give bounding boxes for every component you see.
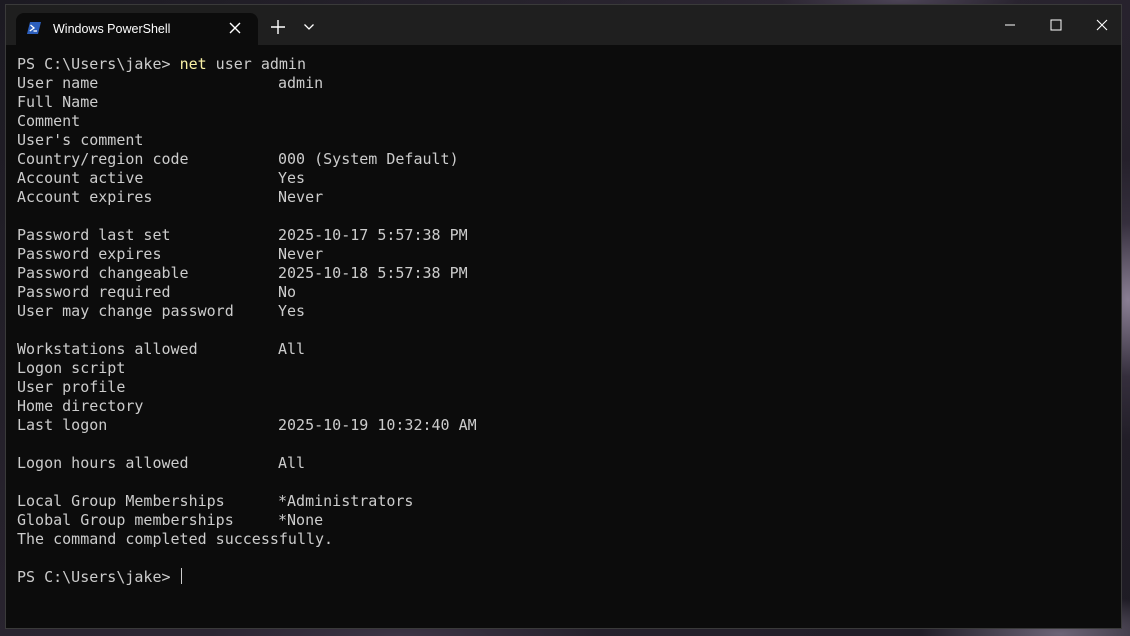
output-row: Global Group memberships *None — [17, 511, 1121, 530]
text-cursor — [180, 568, 182, 584]
field-label: Password expires — [17, 245, 162, 263]
field-value: 2025-10-18 5:57:38 PM — [278, 264, 468, 282]
terminal-window: Windows PowerShell PS C:\Users\jake> net… — [5, 4, 1122, 629]
field-value: Never — [278, 188, 324, 206]
field-label: Local Group Memberships — [17, 492, 225, 510]
chevron-down-icon[interactable] — [303, 23, 315, 31]
terminal-output[interactable]: PS C:\Users\jake> net user admin User na… — [17, 55, 1121, 628]
minimize-icon[interactable] — [1002, 17, 1018, 33]
field-label: User may change password — [17, 302, 234, 320]
tab-title: Windows PowerShell — [53, 22, 171, 36]
output-row: User's comment — [17, 131, 1121, 150]
field-value: No — [278, 283, 297, 301]
maximize-icon[interactable] — [1048, 17, 1064, 33]
tab-windows-powershell[interactable]: Windows PowerShell — [16, 13, 258, 45]
field-label: User name — [17, 74, 99, 92]
field-label: Logon hours allowed — [17, 454, 189, 472]
output-row: Country/region code 000 (System Default) — [17, 150, 1121, 169]
powershell-icon — [27, 22, 41, 34]
output-row: Local Group Memberships *Administrators — [17, 492, 1121, 511]
field-value: Yes — [278, 169, 306, 187]
completion-message: The command completed successfully. — [17, 530, 1121, 549]
output-row: Account expires Never — [17, 188, 1121, 207]
input-line[interactable]: PS C:\Users\jake> — [17, 568, 1121, 587]
field-label: Comment — [17, 112, 81, 130]
output-row: User profile — [17, 378, 1121, 397]
output-row: Workstations allowed All — [17, 340, 1121, 359]
field-label: User's comment — [17, 131, 144, 149]
field-label: Password changeable — [17, 264, 189, 282]
field-label: Workstations allowed — [17, 340, 198, 358]
command-args: user admin — [206, 55, 306, 73]
field-value: 2025-10-17 5:57:38 PM — [278, 226, 468, 244]
field-label: Account expires — [17, 188, 153, 206]
output-row: Comment — [17, 112, 1121, 131]
field-label: Account active — [17, 169, 144, 187]
field-label: Password last set — [17, 226, 171, 244]
field-value: *None — [278, 511, 324, 529]
output-row: User name admin — [17, 74, 1121, 93]
completion-text: The command completed successfully. — [17, 530, 334, 548]
output-row: Full Name — [17, 93, 1121, 112]
field-label: Full Name — [17, 93, 99, 111]
field-label: Country/region code — [17, 150, 189, 168]
command-line: PS C:\Users\jake> net user admin — [17, 55, 1121, 74]
field-label: Last logon — [17, 416, 108, 434]
output-row: Password required No — [17, 283, 1121, 302]
field-value: All — [278, 454, 306, 472]
field-value: *Administrators — [278, 492, 414, 510]
field-value: 2025-10-19 10:32:40 AM — [278, 416, 477, 434]
output-row: Logon hours allowed All — [17, 454, 1121, 473]
field-value: All — [278, 340, 306, 358]
tab-close-icon[interactable] — [228, 21, 242, 35]
output-row: User may change password Yes — [17, 302, 1121, 321]
output-row: Account active Yes — [17, 169, 1121, 188]
field-label: Home directory — [17, 397, 144, 415]
output-row: Last logon 2025-10-19 10:32:40 AM — [17, 416, 1121, 435]
output-row: Logon script — [17, 359, 1121, 378]
output-row: Password last set 2025-10-17 5:57:38 PM — [17, 226, 1121, 245]
output-row: Password expires Never — [17, 245, 1121, 264]
new-tab-icon[interactable] — [270, 19, 286, 35]
field-label: Logon script — [17, 359, 126, 377]
command-name: net — [179, 55, 207, 73]
field-label: Password required — [17, 283, 171, 301]
field-value: admin — [278, 74, 324, 92]
field-value: 000 (System Default) — [278, 150, 459, 168]
output-row: Password changeable 2025-10-18 5:57:38 PM — [17, 264, 1121, 283]
output-row: Home directory — [17, 397, 1121, 416]
close-icon[interactable] — [1094, 17, 1110, 33]
field-value: Yes — [278, 302, 306, 320]
field-value: Never — [278, 245, 324, 263]
prompt: PS C:\Users\jake> — [17, 568, 180, 586]
field-label: Global Group memberships — [17, 511, 234, 529]
prompt: PS C:\Users\jake> — [17, 55, 180, 73]
title-bar[interactable]: Windows PowerShell — [6, 5, 1121, 45]
field-label: User profile — [17, 378, 126, 396]
